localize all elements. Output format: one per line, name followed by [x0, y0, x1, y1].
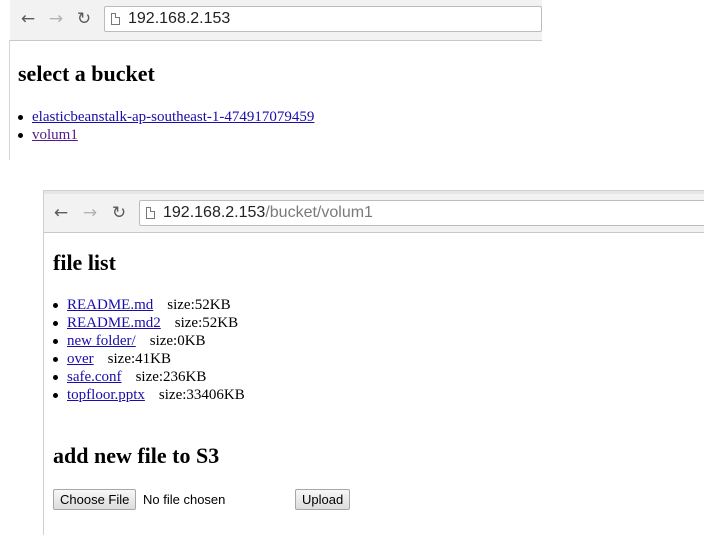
- choose-file-button[interactable]: Choose File: [53, 489, 137, 510]
- arrow-right-icon[interactable]: →: [80, 203, 100, 223]
- file-size: size:52KB: [167, 297, 231, 313]
- arrow-right-icon[interactable]: →: [46, 9, 66, 29]
- window-border: [43, 190, 44, 535]
- list-item: over size:41KB: [53, 350, 245, 368]
- file-size: size:236KB: [135, 369, 207, 385]
- list-item: new folder/size:0KB: [53, 332, 245, 350]
- list-item: volum1: [18, 126, 314, 144]
- page-title: select a bucket: [18, 61, 155, 86]
- browser-window-bucket-select: ← → ↻ 192.168.2.153 select a bucket elas…: [0, 0, 542, 160]
- bucket-list: elasticbeanstalk-ap-southeast-1-47491707…: [18, 108, 314, 144]
- reload-icon[interactable]: ↻: [109, 203, 129, 223]
- bucket-link[interactable]: elasticbeanstalk-ap-southeast-1-47491707…: [32, 109, 314, 125]
- url-host: 192.168.2.153: [128, 10, 231, 27]
- browser-toolbar: ← → ↻ 192.168.2.153: [10, 0, 542, 41]
- no-file-text: No file chosen: [143, 492, 226, 507]
- list-item: topfloor.pptx size:33406KB: [53, 386, 245, 404]
- list-item: safe.conf size:236KB: [53, 368, 245, 386]
- list-item: elasticbeanstalk-ap-southeast-1-47491707…: [18, 108, 314, 126]
- arrow-left-icon[interactable]: ←: [51, 203, 71, 223]
- file-size: size:52KB: [174, 315, 239, 331]
- file-size: size:41KB: [107, 351, 171, 367]
- reload-icon[interactable]: ↻: [74, 9, 94, 29]
- url-host: 192.168.2.153: [163, 204, 266, 221]
- bucket-link[interactable]: volum1: [32, 127, 78, 143]
- browser-toolbar: ← → ↻ 192.168.2.153/bucket/volum1: [43, 194, 704, 233]
- page-title: file list: [53, 250, 116, 275]
- file-link[interactable]: new folder/: [67, 333, 136, 349]
- page-icon: [146, 207, 155, 219]
- file-size: size:33406KB: [158, 387, 245, 403]
- upload-heading: add new file to S3: [53, 443, 220, 468]
- file-link[interactable]: safe.conf: [67, 369, 122, 385]
- file-link[interactable]: over: [67, 351, 94, 367]
- window-border: [9, 40, 10, 160]
- file-link[interactable]: topfloor.pptx: [67, 387, 145, 403]
- address-bar[interactable]: 192.168.2.153/bucket/volum1: [139, 200, 704, 226]
- upload-button[interactable]: Upload: [295, 489, 351, 510]
- arrow-left-icon[interactable]: ←: [18, 9, 38, 29]
- file-link[interactable]: README.md: [67, 297, 153, 313]
- list-item: README.md size:52KB: [53, 296, 245, 314]
- address-bar[interactable]: 192.168.2.153: [104, 6, 542, 32]
- page-icon: [111, 13, 120, 25]
- list-item: README.md2 size:52KB: [53, 314, 245, 332]
- url-path: /bucket/volum1: [265, 204, 373, 221]
- browser-window-file-list: ← → ↻ 192.168.2.153/bucket/volum1 file l…: [43, 190, 704, 555]
- file-size: size:0KB: [149, 333, 206, 349]
- file-link[interactable]: README.md2: [67, 315, 161, 331]
- file-list: README.md size:52KB README.md2 size:52KB n…: [53, 296, 245, 404]
